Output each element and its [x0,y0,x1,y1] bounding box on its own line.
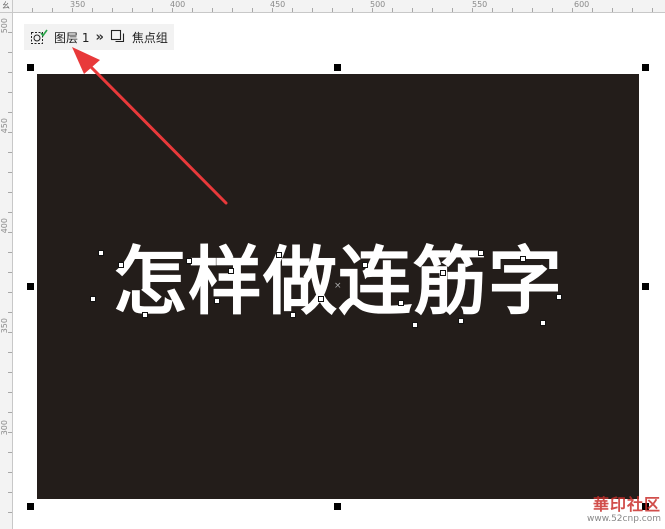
breadcrumb-separator: » [95,29,104,45]
path-node[interactable] [440,270,446,276]
selection-handle-bottom[interactable] [334,503,341,510]
breadcrumb-focus-group[interactable]: 焦点组 [132,29,168,46]
selection-handle-top-left[interactable] [27,64,34,71]
selection-handle-top-right[interactable] [642,64,649,71]
watermark: 華印社区 www.52cnp.com [587,496,661,525]
selection-handle-bottom-left[interactable] [27,503,34,510]
path-node[interactable] [318,296,324,302]
ruler-origin[interactable]: 幺 [0,0,13,13]
path-node[interactable] [362,262,368,268]
selection-handle-left[interactable] [27,283,34,290]
path-node[interactable] [228,268,234,274]
path-node[interactable] [540,320,546,326]
ruler-y-label: 450 [0,118,9,134]
path-node[interactable] [276,252,282,258]
path-node[interactable] [520,256,526,262]
vertical-ruler[interactable]: 500 450 400 350 300 [0,0,13,529]
path-node[interactable] [556,294,562,300]
ruler-y-label: 500 [0,18,9,34]
horizontal-ruler-ticks [12,8,665,12]
ruler-x-label: 500 [370,0,386,9]
ruler-x-label: 450 [270,0,286,9]
ruler-x-label: 400 [170,0,186,9]
ruler-x-label: 550 [472,0,488,9]
path-node[interactable] [458,318,464,324]
path-node[interactable] [290,312,296,318]
horizontal-ruler[interactable]: 350 400 450 500 550 600 [0,0,665,13]
breadcrumb-layer[interactable]: 图层 1 [54,29,89,46]
path-node[interactable] [98,250,104,256]
ruler-y-label: 400 [0,218,9,234]
selection-handle-right[interactable] [642,283,649,290]
focus-breadcrumb: 图层 1 » 焦点组 [24,24,174,50]
group-icon [110,29,126,45]
path-node[interactable] [412,322,418,328]
ruler-y-label: 300 [0,420,9,436]
ruler-unit-label: 幺 [2,1,10,10]
focus-target-icon[interactable] [30,29,48,45]
path-node[interactable] [398,300,404,306]
ruler-x-label: 350 [70,0,86,9]
watermark-url: www.52cnp.com [586,514,661,524]
selection-handle-top[interactable] [334,64,341,71]
path-node[interactable] [478,250,484,256]
path-node[interactable] [142,312,148,318]
ruler-x-label: 600 [574,0,590,9]
ruler-y-label: 350 [0,318,9,334]
path-node[interactable] [118,262,124,268]
vertical-ruler-ticks [8,12,12,529]
path-node[interactable] [90,296,96,302]
center-marker: × [334,281,342,291]
watermark-logo: 華印社区 [592,495,661,514]
path-node[interactable] [186,258,192,264]
path-node[interactable] [214,298,220,304]
